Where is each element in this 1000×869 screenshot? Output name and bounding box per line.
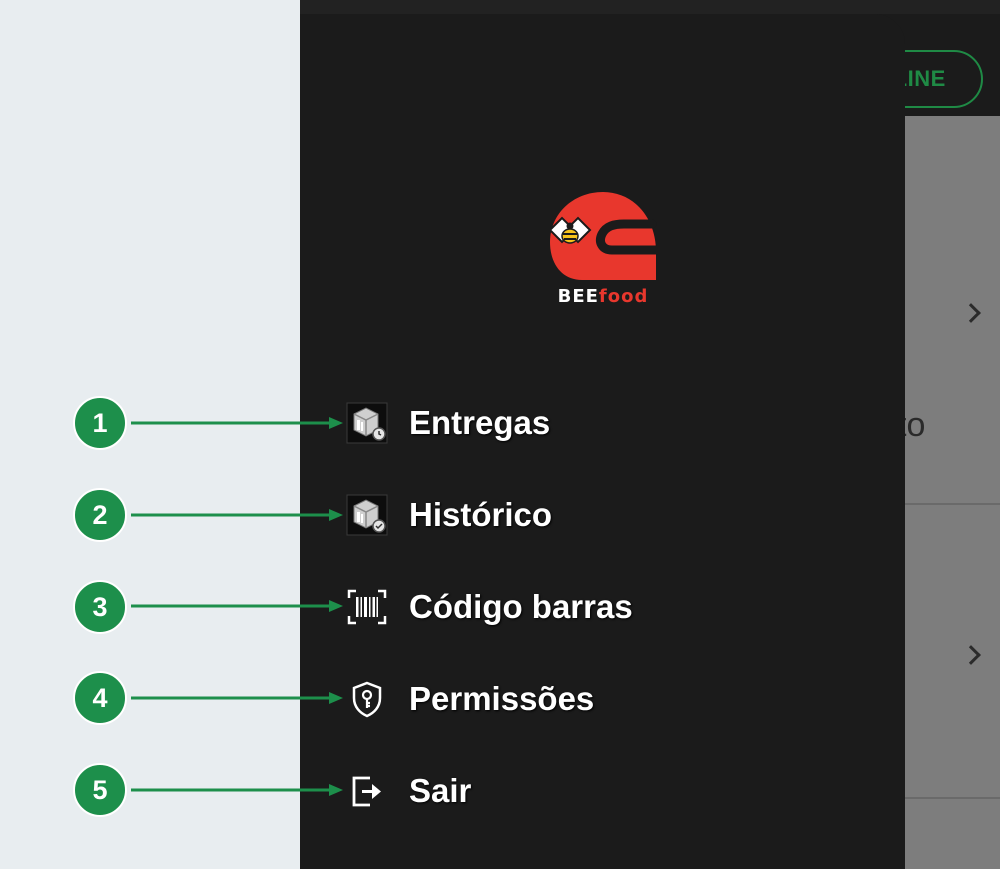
beefood-logo: BEEfood: [548, 190, 661, 307]
menu-item-codigo-barras[interactable]: Código barras: [346, 583, 633, 631]
callout-arrow: [131, 417, 343, 429]
callout-badge: 1: [73, 396, 127, 450]
brand-prefix: BEE: [557, 286, 599, 307]
menu-item-sair[interactable]: Sair: [346, 767, 471, 815]
callout-badge: 3: [73, 580, 127, 634]
shield-key-icon: [346, 678, 388, 720]
menu-item-entregas[interactable]: Entregas: [346, 399, 550, 447]
brand-suffix: food: [598, 286, 649, 307]
helmet-logo-icon: [548, 192, 661, 280]
brand-wordmark: BEEfood: [548, 286, 658, 307]
box-check-icon: [346, 494, 388, 536]
callout-arrow: [131, 600, 343, 612]
menu-item-label: Histórico: [409, 496, 553, 533]
barcode-scan-icon: [346, 586, 388, 628]
chevron-right-icon: [961, 303, 981, 323]
callout-arrow: [131, 784, 343, 796]
callout-badge: 2: [73, 488, 127, 542]
navigation-drawer: BEEfood Entregas Histórico Código barras…: [300, 14, 905, 869]
chevron-right-icon: [961, 645, 981, 665]
menu-item-label: Código barras: [409, 588, 633, 625]
callout-badge: 4: [73, 671, 127, 725]
box-clock-icon: [346, 402, 388, 444]
menu-item-permissoes[interactable]: Permissões: [346, 675, 594, 723]
callout-arrow: [131, 509, 343, 521]
menu-item-label: Sair: [409, 772, 472, 809]
callout-badge: 5: [73, 763, 127, 817]
menu-item-label: Entregas: [409, 404, 551, 441]
callout-arrow: [131, 692, 343, 704]
menu-item-historico[interactable]: Histórico: [346, 491, 552, 539]
menu-item-label: Permissões: [409, 680, 595, 717]
logout-icon: [346, 770, 388, 812]
